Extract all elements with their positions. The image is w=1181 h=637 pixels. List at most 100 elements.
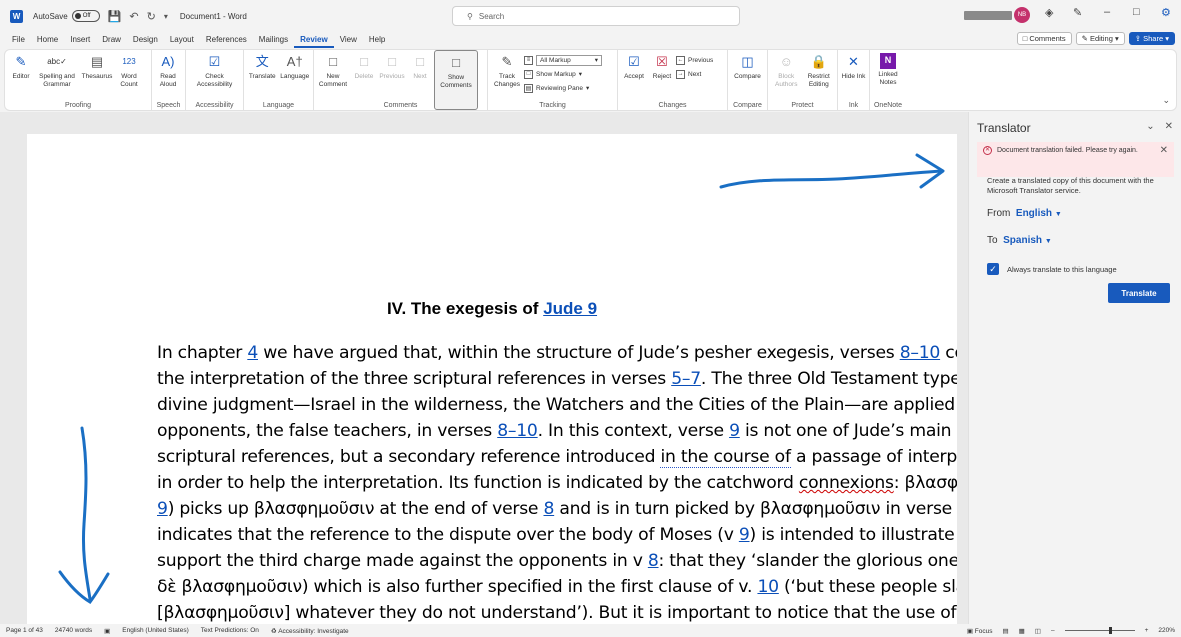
close-icon[interactable]: ✕	[1165, 121, 1173, 132]
verse-link[interactable]: 4	[247, 343, 258, 363]
dismiss-error-icon[interactable]: ✕	[1160, 146, 1168, 156]
verse-link[interactable]: 5–7	[671, 369, 701, 389]
grammar-flagged-text[interactable]: in the course of	[660, 447, 791, 468]
reviewing-pane-button[interactable]: ▤ Reviewing Pane ▾	[524, 82, 602, 94]
verse-link[interactable]: 8–10	[900, 343, 941, 363]
paragraph-line[interactable]: [βλασφημοῦσιν] whatever they do not unde…	[157, 600, 957, 624]
always-translate-option[interactable]: ✓ Always translate to this language	[987, 263, 1117, 275]
status-language[interactable]: English (United States)	[122, 627, 188, 634]
tab-help[interactable]: Help	[363, 32, 391, 48]
checkbox-checked-icon[interactable]: ✓	[987, 263, 999, 275]
spelling-grammar-button[interactable]: abc✓ Spelling and Grammar	[35, 50, 79, 110]
read-mode-icon[interactable]: ▤	[1002, 627, 1008, 635]
delete-comment-button[interactable]: □ Delete	[350, 50, 378, 110]
thesaurus-button[interactable]: ▤ Thesaurus	[79, 50, 115, 110]
editing-button[interactable]: ✎ Editing ▾	[1075, 32, 1125, 45]
word-count-button[interactable]: 123 Word Count	[115, 50, 143, 110]
paragraph-line[interactable]: 9) picks up βλασφημοῦσιν at the end of v…	[157, 496, 957, 522]
chevron-down-icon[interactable]: ⌄	[1146, 121, 1154, 132]
previous-comment-button[interactable]: □ Previous	[378, 50, 406, 110]
customize-quick-access-icon[interactable]: ▾	[164, 12, 168, 21]
tab-layout[interactable]: Layout	[164, 32, 200, 48]
print-layout-icon[interactable]: ▦	[1019, 627, 1025, 635]
collapse-ribbon-icon[interactable]: ⌄	[1162, 95, 1170, 106]
paragraph-line[interactable]: in order to help the interpretation. Its…	[157, 470, 957, 496]
paragraph-line[interactable]: the interpretation of the three scriptur…	[157, 366, 957, 392]
show-markup-button[interactable]: □ Show Markup ▾	[524, 68, 602, 80]
markup-select[interactable]: All Markup ▾	[536, 54, 602, 66]
tab-home[interactable]: Home	[31, 32, 64, 48]
paragraph-line[interactable]: support the third charge made against th…	[157, 548, 957, 574]
account-name-redacted[interactable]	[964, 11, 1012, 20]
paragraph-line[interactable]: opponents, the false teachers, in verses…	[157, 418, 957, 444]
proofing-status-icon[interactable]: ▣	[104, 627, 110, 635]
tab-insert[interactable]: Insert	[64, 32, 96, 48]
restrict-editing-button[interactable]: 🔒 Restrict Editing	[803, 50, 836, 110]
new-comment-button[interactable]: □ New Comment	[316, 50, 350, 110]
document-page[interactable]: IV. The exegesis of Jude 9 In chapter 4 …	[27, 134, 957, 624]
document-body[interactable]: In chapter 4 we have argued that, within…	[157, 340, 957, 624]
translate-button[interactable]: Translate	[1108, 283, 1170, 303]
search-box[interactable]: ⚲ Search	[452, 6, 740, 26]
previous-change-button[interactable]: ← Previous	[676, 54, 713, 66]
heading-link[interactable]: Jude 9	[543, 299, 597, 318]
language-button[interactable]: A† Language	[279, 50, 312, 110]
paragraph-line[interactable]: δὲ βλασφημοῦσιν) which is also further s…	[157, 574, 957, 600]
block-authors-button[interactable]: ☺ Block Authors	[770, 50, 803, 110]
copilot-icon[interactable]: ⚙	[1161, 6, 1171, 19]
tab-review[interactable]: Review	[294, 32, 334, 48]
avatar[interactable]: NB	[1014, 7, 1030, 23]
tab-view[interactable]: View	[334, 32, 363, 48]
redo-icon[interactable]: ↻	[147, 10, 156, 23]
tab-design[interactable]: Design	[127, 32, 164, 48]
focus-button[interactable]: ▣ Focus	[967, 627, 993, 635]
track-changes-button[interactable]: ✎ Track Changes	[490, 50, 524, 110]
diamond-icon[interactable]: ◈	[1045, 6, 1053, 19]
comments-button[interactable]: □ Comments	[1016, 32, 1072, 45]
next-change-button[interactable]: → Next	[676, 68, 713, 80]
verse-link[interactable]: 9	[729, 421, 740, 441]
tab-draw[interactable]: Draw	[96, 32, 127, 48]
page-count[interactable]: Page 1 of 43	[6, 627, 43, 634]
restore-icon[interactable]: □	[1133, 6, 1140, 18]
tab-references[interactable]: References	[200, 32, 253, 48]
next-comment-button[interactable]: □ Next	[406, 50, 434, 110]
word-count[interactable]: 24740 words	[55, 627, 92, 634]
document-area[interactable]: IV. The exegesis of Jude 9 In chapter 4 …	[0, 112, 968, 624]
pen-icon[interactable]: ✎	[1073, 6, 1082, 19]
translate-ribbon-button[interactable]: 文 Translate	[246, 50, 279, 110]
verse-link[interactable]: 8–10	[497, 421, 538, 441]
from-language-select[interactable]: From English ▼	[987, 208, 1062, 219]
zoom-level[interactable]: 220%	[1158, 627, 1175, 634]
paragraph-line[interactable]: scriptural references, but a secondary r…	[157, 444, 957, 470]
verse-link[interactable]: 8	[648, 551, 659, 571]
check-accessibility-button[interactable]: ☑ Check Accessibility	[189, 50, 241, 110]
share-button[interactable]: ⇪ Share ▾	[1128, 32, 1175, 45]
paragraph-line[interactable]: In chapter 4 we have argued that, within…	[157, 340, 957, 366]
zoom-in-icon[interactable]: +	[1145, 627, 1149, 634]
save-icon[interactable]: 💾	[108, 10, 122, 23]
paragraph-line[interactable]: divine judgment—Israel in the wilderness…	[157, 392, 957, 418]
paragraph-line[interactable]: indicates that the reference to the disp…	[157, 522, 957, 548]
reject-button[interactable]: ☒ Reject	[648, 50, 676, 110]
undo-icon[interactable]: ↶	[129, 10, 138, 23]
accessibility-status[interactable]: ♻ Accessibility: Investigate	[271, 627, 349, 635]
editor-button[interactable]: ✎ Editor	[7, 50, 35, 110]
minimize-icon[interactable]: –	[1104, 6, 1110, 18]
spelling-flagged-text[interactable]: connexions	[799, 473, 894, 493]
autosave-toggle[interactable]: Off	[71, 10, 100, 22]
hide-ink-button[interactable]: ✕ Hide Ink	[840, 50, 867, 110]
zoom-slider-thumb[interactable]	[1109, 627, 1113, 634]
web-layout-icon[interactable]: ◫	[1035, 627, 1041, 635]
verse-link[interactable]: 8	[543, 499, 554, 519]
show-comments-button[interactable]: □ Show Comments	[434, 50, 478, 110]
read-aloud-button[interactable]: A) Read Aloud	[154, 50, 182, 110]
accept-button[interactable]: ☑ Accept	[620, 50, 648, 110]
tab-mailings[interactable]: Mailings	[253, 32, 294, 48]
linked-notes-button[interactable]: N Linked Notes	[872, 50, 904, 110]
text-predictions[interactable]: Text Predictions: On	[201, 627, 259, 634]
to-language-select[interactable]: To Spanish ▼	[987, 235, 1052, 246]
zoom-out-icon[interactable]: –	[1051, 627, 1055, 634]
tab-file[interactable]: File	[0, 32, 31, 48]
verse-link[interactable]: 9	[157, 499, 168, 519]
